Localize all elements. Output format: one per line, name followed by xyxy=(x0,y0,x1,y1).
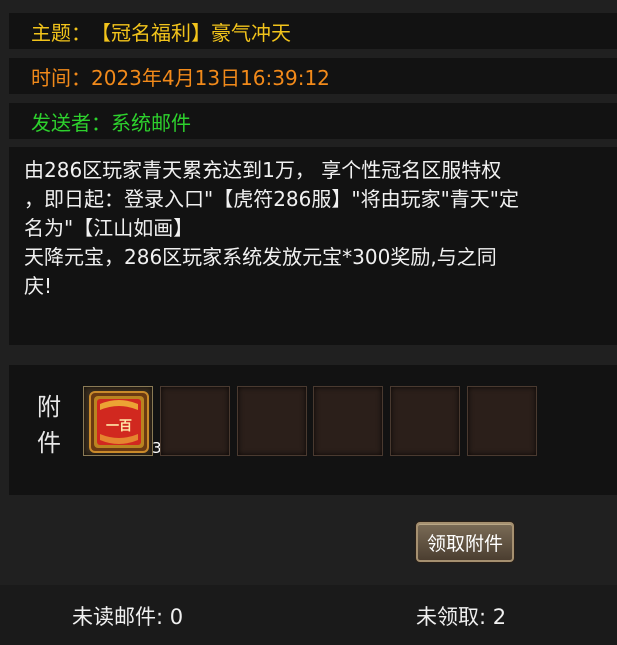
attachments-label-char: 附 xyxy=(37,393,61,421)
sender-row: 发送者： 系统邮件 xyxy=(9,103,617,139)
attachment-slot-6[interactable] xyxy=(467,386,537,456)
subject-value: 【冠名福利】豪气冲天 xyxy=(91,20,291,45)
time-row: 时间： 2023年4月13日16:39:12 xyxy=(9,58,617,94)
attachment-slot-4[interactable] xyxy=(313,386,383,456)
unclaimed-count: 未领取: 2 xyxy=(416,605,507,629)
subject-label: 主题： xyxy=(31,20,91,45)
attachment-slot-2[interactable] xyxy=(160,386,230,456)
mail-body-line: 庆! xyxy=(24,274,53,298)
sender-label: 发送者： xyxy=(31,110,111,135)
mail-footer: 未读邮件: 0 未领取: 2 xyxy=(0,585,617,645)
attachments-label-char: 件 xyxy=(37,429,61,457)
mail-body-line: 名为"【江山如画】 xyxy=(24,216,194,240)
attachment-slot-3[interactable] xyxy=(237,386,307,456)
subject-row: 主题： 【冠名福利】豪气冲天 xyxy=(9,13,617,49)
attachments-panel: 附 件 一百 3 xyxy=(9,365,617,495)
red-token-icon: 一百 xyxy=(89,391,149,453)
mail-body-line: 由286区玩家青天累充达到1万， 享个性冠名区服特权 xyxy=(24,158,502,182)
claim-attachments-button[interactable]: 领取附件 xyxy=(416,522,514,562)
attachments-label: 附 件 xyxy=(34,389,64,461)
mail-body-line: ，即日起：登录入口"【虎符286服】"将由玩家"青天"定 xyxy=(24,187,519,211)
unread-count: 未读邮件: 0 xyxy=(72,605,184,629)
time-label: 时间： xyxy=(31,65,91,90)
token-glyph: 一百 xyxy=(106,419,132,434)
mail-body-line: 天降元宝，286区玩家系统发放元宝*300奖励,与之同 xyxy=(24,245,497,269)
attachment-slot-5[interactable] xyxy=(390,386,460,456)
sender-value: 系统邮件 xyxy=(111,110,191,135)
time-value: 2023年4月13日16:39:12 xyxy=(91,65,330,90)
mail-body: 由286区玩家青天累充达到1万， 享个性冠名区服特权 ，即日起：登录入口"【虎符… xyxy=(9,147,617,345)
attachment-slot-1[interactable]: 一百 xyxy=(83,386,153,456)
